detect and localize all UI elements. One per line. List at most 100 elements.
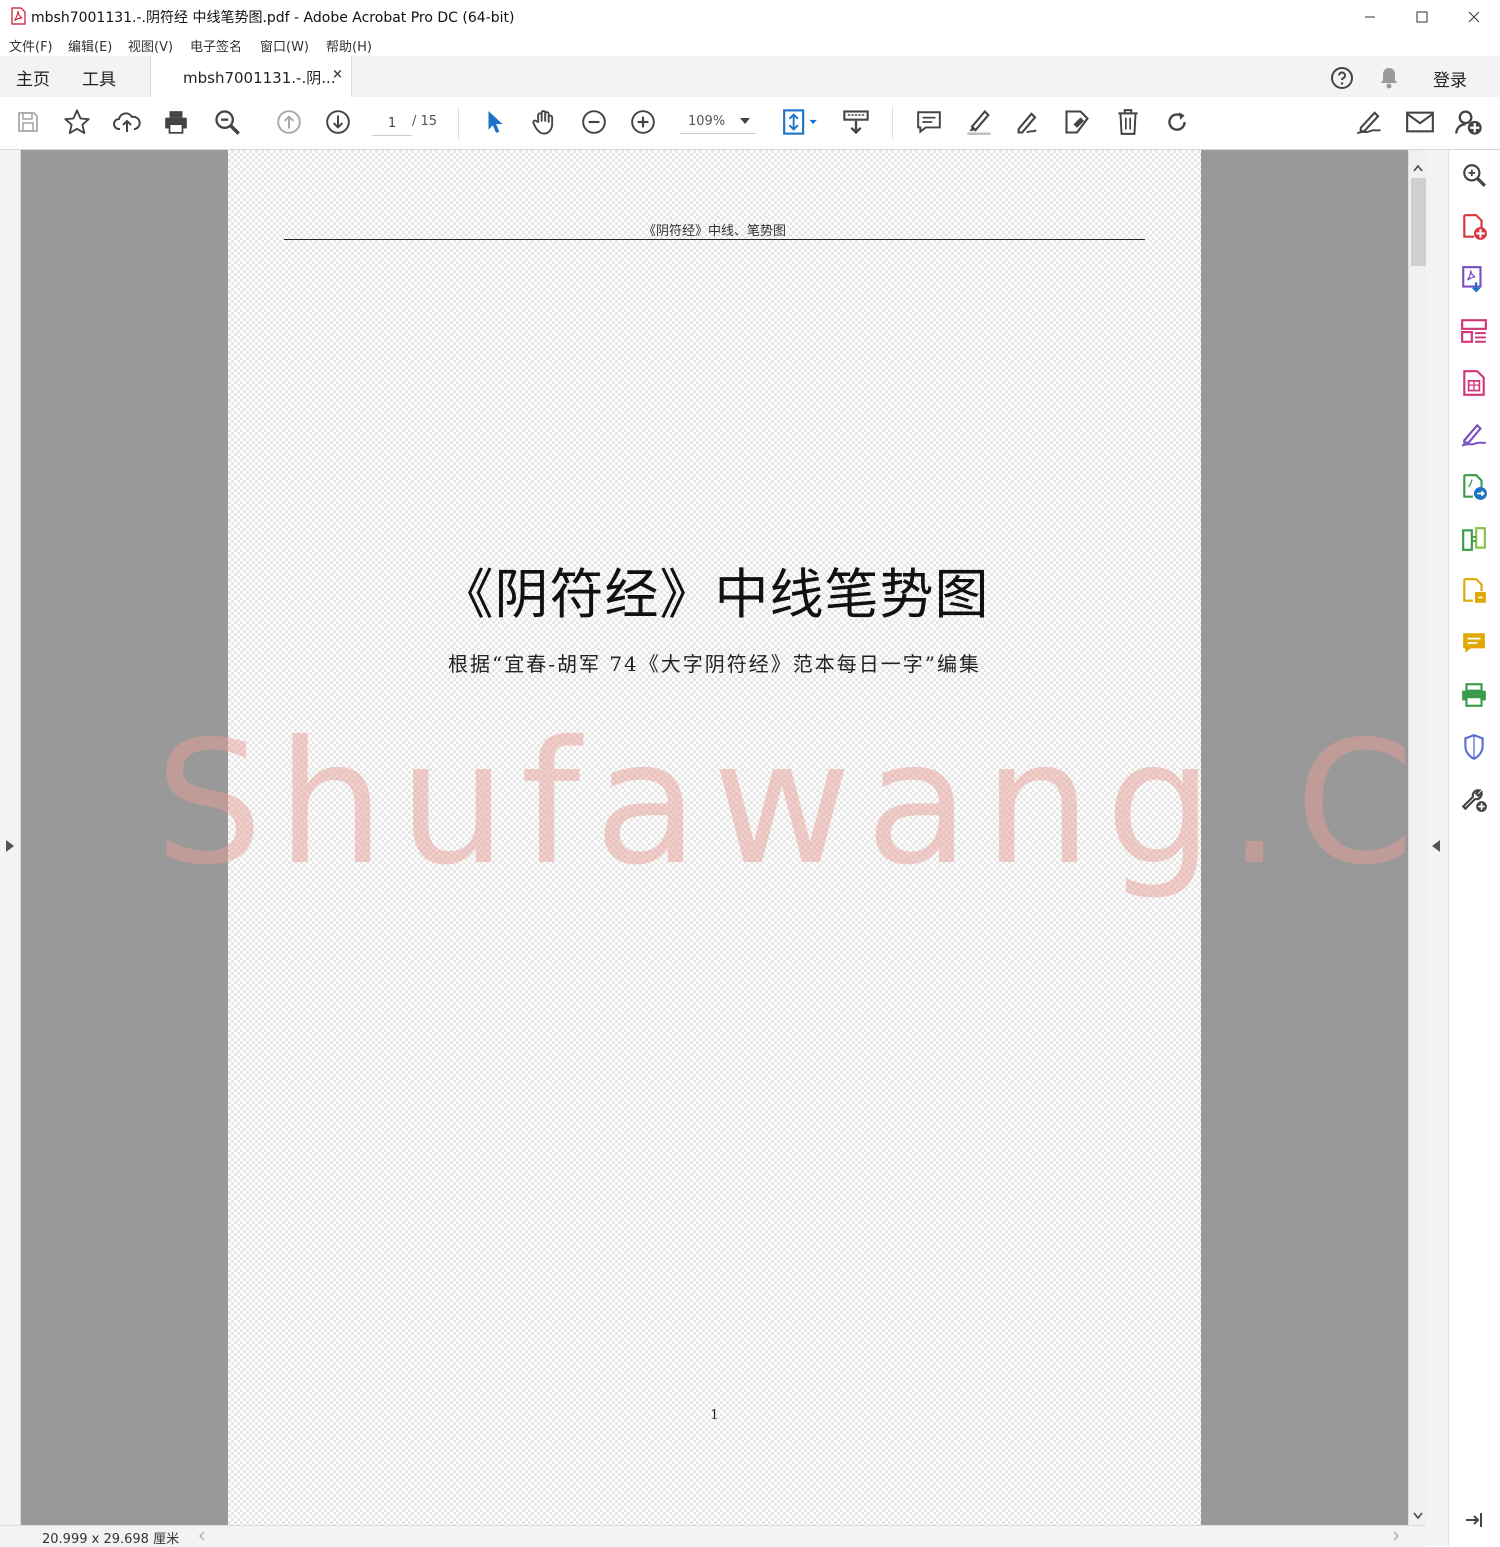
page-fit-button[interactable]	[780, 107, 820, 137]
next-page-button[interactable]	[323, 107, 353, 137]
scan-ocr-tool[interactable]	[1459, 680, 1489, 710]
share-pdf-tool[interactable]	[1459, 472, 1489, 502]
menu-help[interactable]: 帮助(H)	[326, 36, 372, 55]
organize-pages-tool[interactable]	[1459, 316, 1489, 346]
page-number-input[interactable]	[372, 111, 412, 136]
menu-window[interactable]: 窗口(W)	[260, 36, 309, 55]
create-pdf-tool[interactable]	[1459, 212, 1489, 242]
chevron-down-icon	[740, 118, 750, 124]
export-pdf-tool[interactable]	[1459, 264, 1489, 294]
share-button[interactable]	[1454, 107, 1484, 137]
minimize-button[interactable]	[1344, 0, 1396, 34]
request-signature-tool[interactable]	[1459, 420, 1489, 450]
edit-pdf-icon	[1463, 370, 1485, 396]
running-header: 《阴符经》中线、笔势图	[642, 224, 786, 239]
delete-button[interactable]	[1113, 107, 1143, 137]
zoom-search-icon	[215, 110, 240, 135]
tab-document[interactable]: mbsh7001131.-.阴... ×	[150, 56, 352, 98]
menu-view[interactable]: 视图(V)	[128, 36, 173, 55]
left-panel-toggle-strip[interactable]	[0, 150, 21, 1525]
wrench-add-icon	[1461, 789, 1487, 812]
help-button[interactable]	[1328, 64, 1356, 92]
more-tools[interactable]	[1459, 784, 1489, 814]
zoom-level-dropdown[interactable]: 109%	[680, 111, 756, 134]
notifications-button[interactable]	[1375, 64, 1403, 92]
stamp-icon	[1065, 110, 1089, 134]
scroll-right-icon[interactable]	[1392, 1531, 1400, 1541]
save-button[interactable]	[13, 107, 43, 137]
expand-left-panel-icon[interactable]	[6, 840, 14, 852]
enhance-scan-tool[interactable]	[1459, 160, 1489, 190]
shield-icon	[1464, 734, 1484, 761]
menu-esign[interactable]: 电子签名	[190, 36, 242, 55]
maximize-button[interactable]	[1396, 0, 1448, 34]
fill-sign-button[interactable]	[1355, 107, 1385, 137]
document-tab-label: mbsh7001131.-.阴...	[183, 69, 336, 87]
bookmark-button[interactable]	[62, 107, 92, 137]
cursor-arrow-icon	[488, 111, 503, 133]
zoom-out-button[interactable]	[579, 107, 609, 137]
compare-files-tool[interactable]	[1459, 524, 1489, 554]
menu-file[interactable]: 文件(F)	[9, 36, 53, 55]
toolbar-separator	[458, 107, 459, 139]
scrollbar-thumb[interactable]	[1411, 178, 1426, 266]
combine-files-tool[interactable]	[1459, 576, 1489, 606]
protect-tool[interactable]	[1459, 732, 1489, 762]
scroll-left-icon[interactable]	[198, 1531, 206, 1541]
cloud-upload-icon	[113, 112, 141, 132]
watermark: Shufawang.CN	[155, 705, 1408, 903]
menu-edit[interactable]: 编辑(E)	[68, 36, 112, 55]
previous-page-button[interactable]	[274, 107, 304, 137]
window-title: mbsh7001131.-.阴符经 中线笔势图.pdf - Adobe Acro…	[31, 10, 515, 26]
plus-circle-icon	[631, 110, 655, 134]
highlighter-icon	[967, 109, 991, 135]
menu-bar: 文件(F) 编辑(E) 视图(V) 电子签名 窗口(W) 帮助(H)	[0, 34, 1500, 56]
zoom-in-button[interactable]	[628, 107, 658, 137]
trash-icon	[1118, 109, 1138, 135]
status-bar: 20.999 x 29.698 厘米	[0, 1525, 1426, 1547]
page-total: / 15	[412, 114, 438, 129]
title-bar: mbsh7001131.-.阴符经 中线笔势图.pdf - Adobe Acro…	[0, 0, 1500, 34]
print-button[interactable]	[161, 107, 191, 137]
comment-tool[interactable]	[1459, 628, 1489, 658]
comment-icon	[1463, 633, 1485, 653]
edit-pdf-tool[interactable]	[1459, 368, 1489, 398]
help-icon	[1331, 67, 1353, 89]
scroll-up-icon[interactable]	[1413, 164, 1423, 172]
save-icon	[18, 112, 38, 132]
email-button[interactable]	[1405, 107, 1435, 137]
select-tool-button[interactable]	[480, 107, 510, 137]
close-window-button[interactable]	[1448, 0, 1500, 34]
tab-tools[interactable]: 工具	[82, 65, 116, 90]
collapse-tools-pane[interactable]	[1459, 1505, 1489, 1535]
scroll-mode-button[interactable]	[841, 107, 871, 137]
scroll-down-icon[interactable]	[1413, 1512, 1423, 1520]
export-pdf-icon	[1462, 266, 1482, 293]
star-icon	[64, 109, 90, 135]
keyboard-scroll-icon	[843, 110, 869, 135]
create-pdf-icon	[1463, 214, 1487, 240]
bell-icon	[1381, 68, 1397, 89]
magnify-icon	[1463, 164, 1486, 187]
document-viewport[interactable]: 《阴符经》中线、笔势图 《阴符经》中线笔势图 根据“宜春-胡军 74《大字阴符经…	[0, 150, 1408, 1525]
collapse-pane-icon	[1466, 1513, 1482, 1527]
highlight-button[interactable]	[964, 107, 994, 137]
tab-home[interactable]: 主页	[16, 65, 50, 90]
rotate-button[interactable]	[1162, 107, 1192, 137]
page-number-footer: 1	[710, 1408, 719, 1423]
acrobat-pdf-icon	[11, 7, 26, 25]
comment-button[interactable]	[914, 107, 944, 137]
hand-tool-button[interactable]	[529, 107, 559, 137]
arrow-down-circle-icon	[326, 110, 350, 134]
collapse-right-panel-icon[interactable]	[1432, 840, 1440, 852]
stamp-button[interactable]	[1062, 107, 1092, 137]
signin-link[interactable]: 登录	[1433, 66, 1467, 91]
scanner-icon	[1462, 683, 1486, 707]
page-size-readout: 20.999 x 29.698 厘米	[42, 1532, 180, 1547]
find-button[interactable]	[212, 107, 242, 137]
draw-button[interactable]	[1013, 107, 1043, 137]
close-tab-button[interactable]: ×	[332, 67, 343, 82]
upload-cloud-button[interactable]	[112, 107, 142, 137]
vertical-scrollbar[interactable]	[1408, 150, 1427, 1525]
signature-icon	[1461, 423, 1487, 447]
